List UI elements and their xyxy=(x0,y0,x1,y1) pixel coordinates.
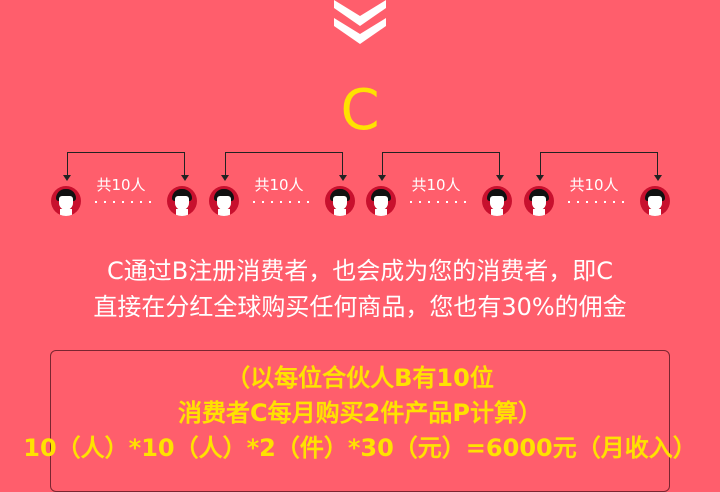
user-avatar-icon xyxy=(325,186,355,216)
dotted-divider xyxy=(410,201,466,203)
group-count-label: 共10人 xyxy=(411,176,461,194)
dotted-divider xyxy=(95,201,151,203)
formula-line-1: （以每位合伙人B有10位 xyxy=(226,364,494,392)
referral-group: 共10人 xyxy=(366,150,512,220)
commission-description: C通过B注册消费者，也会成为您的消费者，即C 直接在分红全球购买任何商品，您也有… xyxy=(0,253,720,325)
description-line-2: 直接在分红全球购买任何商品，您也有30%的佣金 xyxy=(93,293,627,321)
user-avatar-icon xyxy=(167,186,197,216)
user-avatar-icon xyxy=(640,186,670,216)
bracket-connector xyxy=(63,152,189,181)
bracket-connector xyxy=(378,152,504,181)
formula-line-2: 消费者C每月购买2件产品P计算） xyxy=(178,399,542,427)
bracket-connector xyxy=(536,152,662,181)
user-avatar-icon xyxy=(209,186,239,216)
income-formula: （以每位合伙人B有10位 消费者C每月购买2件产品P计算） 10（人）*10（人… xyxy=(0,361,720,466)
double-chevron-down-icon xyxy=(334,0,386,44)
group-count-label: 共10人 xyxy=(96,176,146,194)
referral-tree: 共10人 共10人 共10人 共10人 xyxy=(0,150,720,220)
description-line-1: C通过B注册消费者，也会成为您的消费者，即C xyxy=(107,257,613,285)
referral-group: 共10人 xyxy=(51,150,197,220)
user-avatar-icon xyxy=(524,186,554,216)
group-count-label: 共10人 xyxy=(254,176,304,194)
user-avatar-icon xyxy=(482,186,512,216)
referral-group: 共10人 xyxy=(524,150,670,220)
bracket-connector xyxy=(221,152,347,181)
node-label-c: C xyxy=(340,78,380,143)
group-count-label: 共10人 xyxy=(569,176,619,194)
referral-group: 共10人 xyxy=(209,150,355,220)
dotted-divider xyxy=(253,201,309,203)
dotted-divider xyxy=(568,201,624,203)
user-avatar-icon xyxy=(51,186,81,216)
formula-line-3: 10（人）*10（人）*2（件）*30（元）=6000元（月收入） xyxy=(23,434,697,462)
user-avatar-icon xyxy=(366,186,396,216)
